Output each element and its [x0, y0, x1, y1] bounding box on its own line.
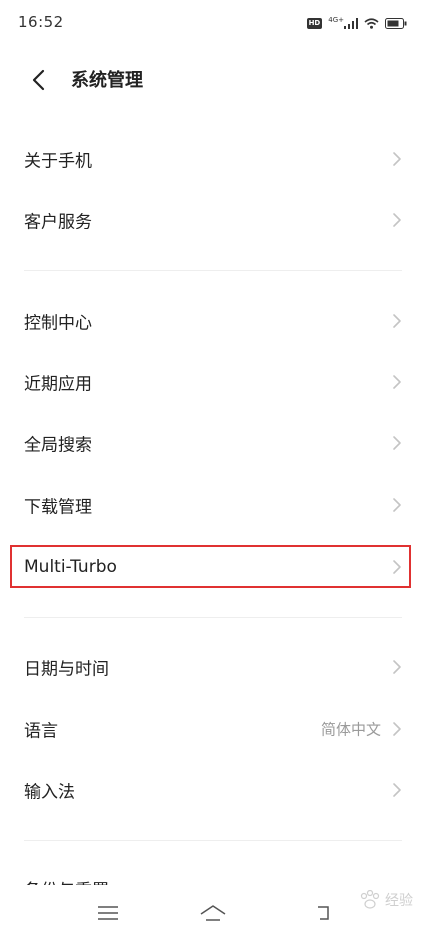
- back-button[interactable]: [22, 64, 54, 96]
- chevron-right-icon: [393, 375, 401, 389]
- status-time: 16:52: [18, 13, 64, 31]
- settings-item-input-method[interactable]: 输入法: [0, 760, 425, 820]
- menu-button[interactable]: [88, 897, 128, 929]
- language-value: 简体中文: [320, 720, 381, 739]
- chevron-left-icon: [32, 69, 45, 91]
- settings-item-control-center[interactable]: 控制中心: [0, 291, 425, 351]
- item-label: 下载管理: [24, 497, 92, 518]
- wifi-icon: [364, 14, 379, 33]
- settings-item-about-phone[interactable]: 关于手机: [0, 129, 425, 189]
- menu-icon: [98, 906, 118, 920]
- item-label: 近期应用: [24, 374, 92, 395]
- chevron-right-icon: [393, 436, 401, 450]
- chevron-right-icon: [393, 498, 401, 512]
- group-divider: [24, 617, 402, 618]
- page-title: 系统管理: [71, 70, 143, 91]
- hd-badge: HD: [306, 18, 323, 29]
- back-nav-button[interactable]: [305, 897, 345, 929]
- item-label: 输入法: [24, 782, 75, 803]
- settings-item-download-manager[interactable]: 下载管理: [0, 475, 425, 535]
- group-divider: [24, 840, 402, 841]
- watermark: 经验: [359, 890, 413, 910]
- settings-item-global-search[interactable]: 全局搜索: [0, 413, 425, 473]
- chevron-right-icon: [393, 560, 401, 574]
- item-label: 日期与时间: [24, 659, 109, 680]
- home-button[interactable]: [193, 897, 233, 929]
- item-label: 控制中心: [24, 313, 92, 334]
- back-icon: [318, 906, 329, 920]
- item-label: Multi-Turbo: [24, 557, 117, 577]
- status-bar: 16:52 HD 4G+: [0, 0, 425, 44]
- home-icon: [200, 905, 226, 921]
- network-type-label: 4G+: [328, 15, 344, 24]
- group-divider: [24, 270, 402, 271]
- signal-icon: [344, 14, 358, 33]
- chevron-right-icon: [393, 722, 401, 736]
- chevron-right-icon: [393, 783, 401, 797]
- chevron-right-icon: [393, 152, 401, 166]
- settings-item-language[interactable]: 语言 简体中文: [0, 699, 425, 759]
- system-management-screen: 16:52 HD 4G+ 系统管理 关于手机 客户服务 控制中心 近期应用 全局…: [0, 0, 425, 940]
- paw-logo-icon: [360, 890, 380, 909]
- settings-item-date-time[interactable]: 日期与时间: [0, 637, 425, 697]
- chevron-right-icon: [393, 213, 401, 227]
- chevron-right-icon: [393, 660, 401, 674]
- watermark-text: 经验: [385, 893, 413, 909]
- settings-item-customer-service[interactable]: 客户服务: [0, 190, 425, 250]
- item-label: 关于手机: [24, 151, 92, 172]
- settings-item-multi-turbo[interactable]: Multi-Turbo: [0, 537, 425, 597]
- item-label: 全局搜索: [24, 435, 92, 456]
- item-label: 语言: [24, 721, 58, 742]
- battery-icon: [385, 14, 407, 33]
- chevron-right-icon: [393, 314, 401, 328]
- settings-item-recent-apps[interactable]: 近期应用: [0, 352, 425, 412]
- header: 系统管理: [0, 50, 425, 106]
- status-icons: HD 4G+: [306, 14, 407, 33]
- item-label: 客户服务: [24, 212, 92, 233]
